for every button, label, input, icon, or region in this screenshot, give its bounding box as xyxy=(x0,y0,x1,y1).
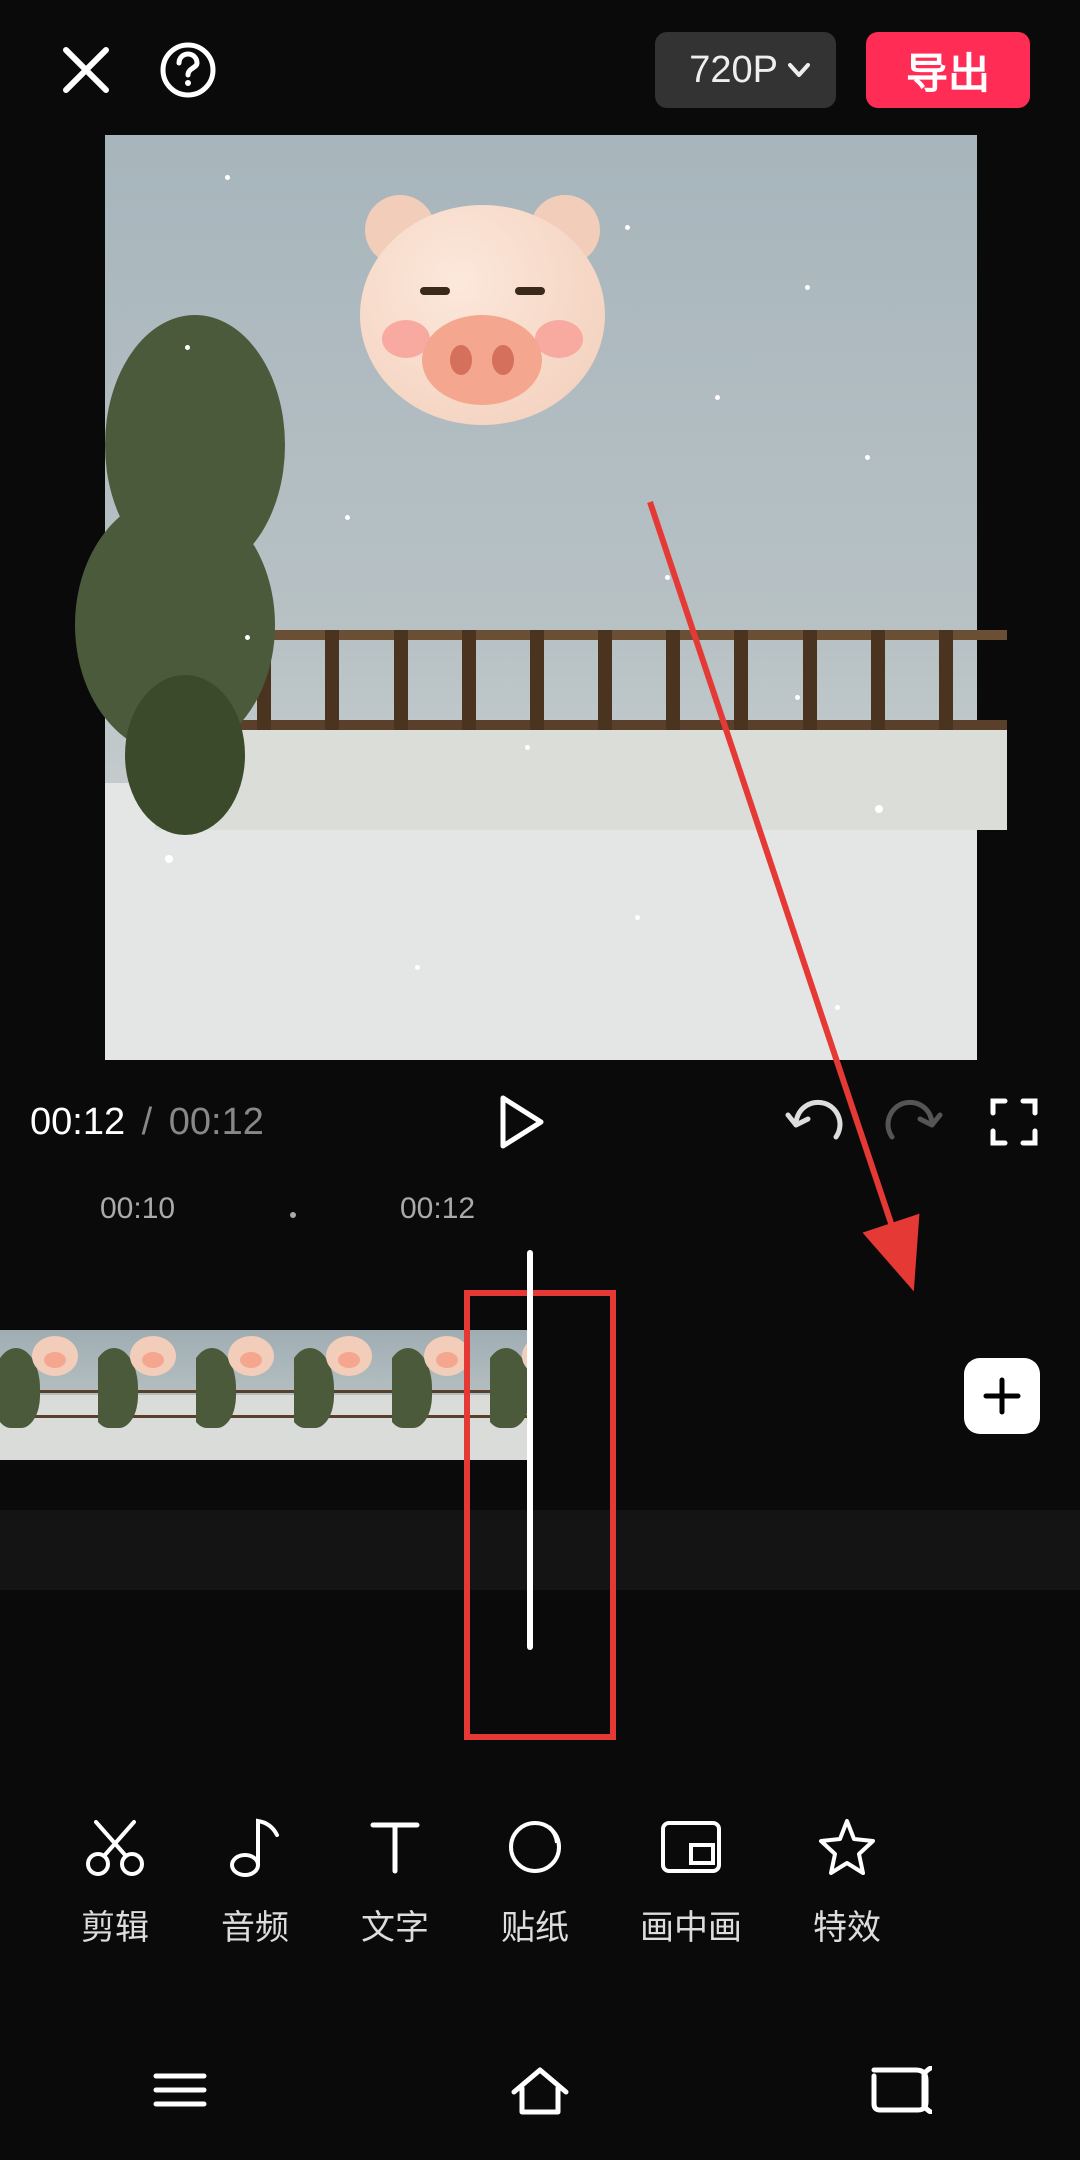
tool-label: 音频 xyxy=(221,1900,289,1949)
clip-thumbnail xyxy=(98,1330,196,1460)
text-icon xyxy=(360,1812,430,1882)
header-bar: 720P 导出 xyxy=(0,20,1080,120)
fullscreen-icon xyxy=(989,1097,1039,1147)
nav-back-button[interactable] xyxy=(865,2055,935,2125)
ruler-label: 00:12 xyxy=(400,1192,475,1226)
tool-label: 画中画 xyxy=(640,1900,742,1949)
undo-button[interactable] xyxy=(778,1086,850,1158)
tool-effect[interactable]: 特效 xyxy=(812,1812,882,1949)
bottom-toolbar: 剪辑 音频 文字 贴纸 画中画 xyxy=(0,1790,1080,1970)
undo-icon xyxy=(784,1097,844,1147)
close-icon xyxy=(60,44,112,96)
redo-icon xyxy=(884,1097,944,1147)
sticker-icon xyxy=(500,1812,570,1882)
play-button[interactable] xyxy=(485,1086,557,1158)
back-icon xyxy=(868,2066,932,2114)
tool-sticker[interactable]: 贴纸 xyxy=(500,1812,570,1949)
current-time: 00:12 xyxy=(30,1101,125,1143)
time-display: 00:12 / 00:12 xyxy=(30,1101,264,1144)
plus-icon xyxy=(982,1376,1022,1416)
tool-label: 剪辑 xyxy=(81,1900,149,1949)
fullscreen-button[interactable] xyxy=(978,1086,1050,1158)
ruler-label: 00:10 xyxy=(100,1192,175,1226)
tool-label: 特效 xyxy=(813,1900,881,1949)
tool-label: 文字 xyxy=(361,1900,429,1949)
total-duration: 00:12 xyxy=(169,1101,264,1143)
clip-thumbnail xyxy=(0,1330,98,1460)
resolution-selector[interactable]: 720P xyxy=(655,32,836,108)
editor-screen: 720P 导出 xyxy=(0,0,1080,2160)
ruler-tick xyxy=(290,1212,296,1218)
export-label: 导出 xyxy=(906,40,990,101)
playback-bar: 00:12 / 00:12 xyxy=(0,1082,1080,1162)
tool-audio[interactable]: 音频 xyxy=(220,1812,290,1949)
tool-cut[interactable]: 剪辑 xyxy=(80,1812,150,1949)
system-navbar xyxy=(0,2020,1080,2160)
timeline-area[interactable]: 00:10 00:12 xyxy=(0,1180,1080,1680)
star-icon xyxy=(812,1812,882,1882)
clip-thumbnail xyxy=(196,1330,294,1460)
scissors-icon xyxy=(80,1812,150,1882)
music-note-icon xyxy=(220,1812,290,1882)
video-clip-track[interactable] xyxy=(0,1330,530,1460)
add-clip-button[interactable] xyxy=(964,1358,1040,1434)
nav-home-button[interactable] xyxy=(505,2055,575,2125)
clip-thumbnail xyxy=(294,1330,392,1460)
play-icon xyxy=(497,1094,545,1150)
playhead[interactable] xyxy=(527,1250,533,1650)
home-icon xyxy=(508,2064,572,2116)
pip-icon xyxy=(656,1812,726,1882)
close-button[interactable] xyxy=(50,34,122,106)
menu-icon xyxy=(150,2068,210,2112)
redo-button[interactable] xyxy=(878,1086,950,1158)
tool-text[interactable]: 文字 xyxy=(360,1812,430,1949)
pig-sticker xyxy=(360,205,605,425)
tool-label: 贴纸 xyxy=(501,1900,569,1949)
export-button[interactable]: 导出 xyxy=(866,32,1030,108)
nav-menu-button[interactable] xyxy=(145,2055,215,2125)
timeline-ruler: 00:10 00:12 xyxy=(0,1180,1080,1240)
time-separator: / xyxy=(142,1101,153,1143)
help-icon xyxy=(159,41,217,99)
tool-pip[interactable]: 画中画 xyxy=(640,1812,742,1949)
help-button[interactable] xyxy=(152,34,224,106)
chevron-down-icon xyxy=(788,63,810,77)
resolution-label: 720P xyxy=(689,49,778,92)
annotation-highlight-box xyxy=(464,1290,616,1740)
video-preview[interactable] xyxy=(105,135,977,1060)
